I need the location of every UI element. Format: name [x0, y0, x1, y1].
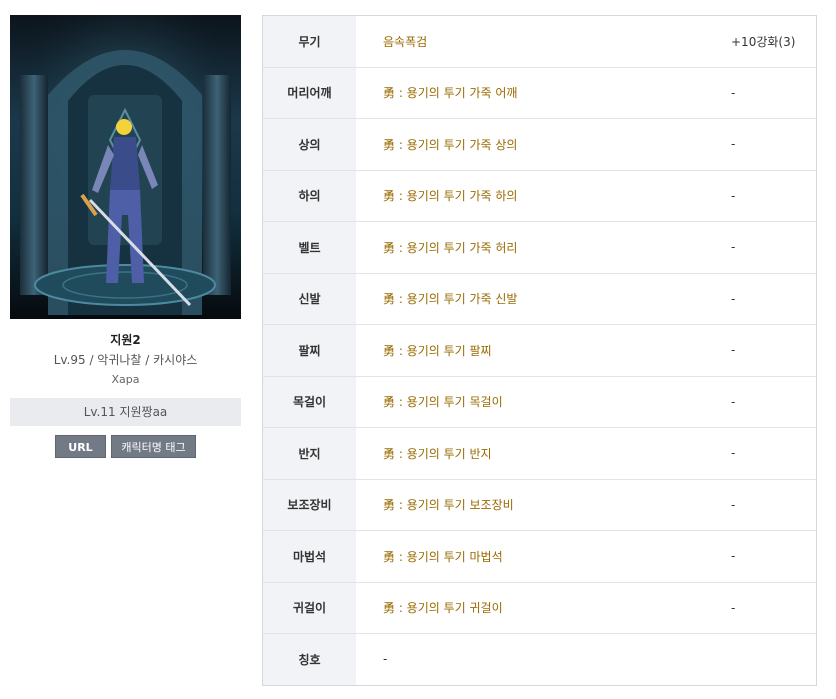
equipment-enhance-value: -: [731, 67, 817, 119]
character-portrait: [10, 15, 241, 319]
equipment-table: 무기 음속폭검 +10강화(3) 머리어깨 勇 : 용기의 투기 가죽 어깨 - 상의 勇 :…: [262, 15, 817, 686]
equipment-slot-label: 마법석: [262, 530, 356, 583]
equipment-row: 무기 음속폭검 +10강화(3): [262, 15, 817, 68]
equipment-enhance-value: -: [731, 530, 817, 583]
equipment-enhance-value: +10강화(3): [731, 15, 817, 68]
equipment-slot-label: 머리어깨: [262, 67, 356, 119]
equipment-slot-label: 칭호: [262, 633, 356, 685]
equipment-enhance-value: -: [731, 324, 817, 377]
equipment-row: 목걸이 勇 : 용기의 투기 목걸이 -: [262, 376, 817, 428]
equipment-slot-label: 팔찌: [262, 324, 356, 377]
equipment-item-name[interactable]: 勇 : 용기의 투기 가죽 신발: [356, 273, 731, 325]
equipment-row: 신발 勇 : 용기의 투기 가죽 신발 -: [262, 273, 817, 325]
equipment-slot-label: 무기: [262, 15, 356, 68]
equipment-table-body: 무기 음속폭검 +10강화(3) 머리어깨 勇 : 용기의 투기 가죽 어깨 - 상의 勇 :…: [262, 15, 817, 686]
button-row: URL 캐릭터명 태그: [10, 435, 241, 458]
equipment-item-name[interactable]: 勇 : 용기의 투기 가죽 어깨: [356, 67, 731, 119]
equipment-item-name: -: [383, 652, 388, 667]
guild-info: Lv.11 지원짱aa: [10, 398, 241, 426]
equipment-item-name[interactable]: 勇 : 용기의 투기 귀걸이: [356, 582, 731, 634]
equipment-row: 하의 勇 : 용기의 투기 가죽 하의 -: [262, 170, 817, 222]
equipment-row: 마법석 勇 : 용기의 투기 마법석 -: [262, 530, 817, 583]
equipment-enhance-value: -: [731, 582, 817, 634]
equipment-slot-label: 상의: [262, 118, 356, 171]
equipment-enhance-value: -: [731, 376, 817, 428]
equipment-item-name[interactable]: 勇 : 용기의 투기 가죽 하의: [356, 170, 731, 222]
equipment-item-name[interactable]: 勇 : 용기의 투기 반지: [356, 427, 731, 480]
url-button[interactable]: URL: [55, 435, 106, 458]
equipment-enhance-value: -: [731, 273, 817, 325]
equipment-slot-label: 보조장비: [262, 479, 356, 531]
equipment-item-name[interactable]: 勇 : 용기의 투기 가죽 상의: [356, 118, 731, 171]
character-name: 지원2: [110, 333, 141, 347]
equipment-row: 반지 勇 : 용기의 투기 반지 -: [262, 427, 817, 480]
equipment-item-name[interactable]: 勇 : 용기의 투기 마법석: [356, 530, 731, 583]
equipment-item-name[interactable]: 勇 : 용기의 투기 보조장비: [356, 479, 731, 531]
equipment-slot-label: 신발: [262, 273, 356, 325]
equipment-row: 팔찌 勇 : 용기의 투기 팔찌 -: [262, 324, 817, 377]
character-info: Lv.95 / 악귀나찰 / 카시야스: [53, 353, 198, 367]
character-server: Xapa: [111, 373, 140, 386]
equipment-enhance-value: [731, 634, 817, 686]
equipment-item-name[interactable]: 음속폭검: [356, 15, 731, 68]
equipment-row: 칭호 -: [262, 633, 817, 686]
equipment-slot-label: 목걸이: [262, 376, 356, 428]
equipment-item-name[interactable]: 勇 : 용기의 투기 가죽 허리: [356, 221, 731, 274]
equipment-enhance-value: -: [731, 170, 817, 222]
equipment-enhance-value: -: [731, 118, 817, 171]
equipment-row: 귀걸이 勇 : 용기의 투기 귀걸이 -: [262, 582, 817, 634]
equipment-row: 상의 勇 : 용기의 투기 가죽 상의 -: [262, 118, 817, 171]
equipment-row: 머리어깨 勇 : 용기의 투기 가죽 어깨 -: [262, 67, 817, 119]
equipment-item-name[interactable]: 勇 : 용기의 투기 팔찌: [356, 324, 731, 377]
character-tag-button[interactable]: 캐릭터명 태그: [111, 435, 196, 458]
equipment-slot-label: 반지: [262, 427, 356, 480]
equipment-item-name[interactable]: 勇 : 용기의 투기 목걸이: [356, 376, 731, 428]
equipment-slot-label: 귀걸이: [262, 582, 356, 634]
equipment-row: 보조장비 勇 : 용기의 투기 보조장비 -: [262, 479, 817, 531]
equipment-slot-label: 벨트: [262, 221, 356, 274]
equipment-row: 벨트 勇 : 용기의 투기 가죽 허리 -: [262, 221, 817, 274]
character-panel: 지원2 Lv.95 / 악귀나찰 / 카시야스 Xapa Lv.11 지원짱aa…: [10, 15, 241, 458]
equipment-enhance-value: -: [731, 479, 817, 531]
equipment-slot-label: 하의: [262, 170, 356, 222]
equipment-enhance-value: -: [731, 221, 817, 274]
equipment-enhance-value: -: [731, 427, 817, 480]
